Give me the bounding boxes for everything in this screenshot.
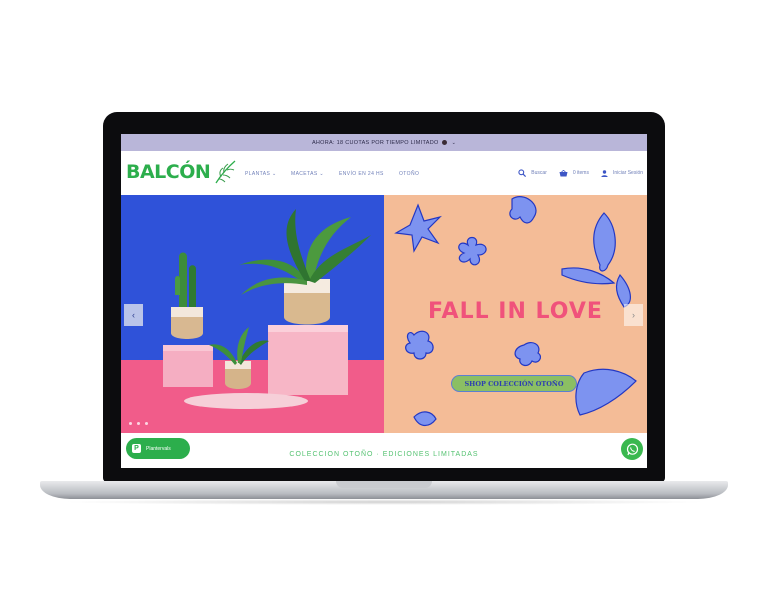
- plant-arrangement-illustration: [163, 209, 371, 409]
- hero-slider: ‹ FALL IN LOVE SHOP COLECCIÓN OTOÑO ›: [121, 195, 647, 433]
- user-icon: [601, 169, 608, 177]
- slider-dot[interactable]: [145, 422, 148, 425]
- plantervals-button[interactable]: P Plantervals: [126, 438, 190, 459]
- shop-collection-button[interactable]: SHOP COLECCIÓN OTOÑO: [451, 375, 577, 392]
- plantervals-icon: P: [132, 444, 141, 453]
- nav-plantas[interactable]: PLANTAS ⌄: [245, 171, 291, 177]
- chevron-down-icon[interactable]: ⌄: [452, 140, 457, 146]
- whatsapp-button[interactable]: [621, 438, 643, 460]
- header-tools: Buscar 0 items Iniciar Sesión: [506, 169, 643, 177]
- announcement-dot-icon: [441, 140, 447, 145]
- login-label: Iniciar Sesión: [612, 170, 643, 176]
- whatsapp-icon: [626, 443, 638, 455]
- search-icon: [518, 169, 527, 177]
- announcement-text: AHORA: 18 CUOTAS POR TIEMPO LIMITADO: [311, 139, 439, 146]
- basket-icon: [559, 169, 568, 176]
- slider-dot[interactable]: [129, 422, 132, 425]
- hero-banner: FALL IN LOVE SHOP COLECCIÓN OTOÑO ›: [384, 195, 647, 433]
- search-button[interactable]: Buscar: [518, 169, 547, 177]
- cart-label: 0 items: [572, 170, 589, 176]
- login-button[interactable]: Iniciar Sesión: [601, 169, 643, 177]
- leaf-logo-icon: [215, 160, 236, 184]
- site-logo[interactable]: BALCÓN: [126, 161, 211, 183]
- browser-screen: AHORA: 18 CUOTAS POR TIEMPO LIMITADO ⌄ B…: [121, 134, 647, 468]
- laptop-notch: [336, 481, 432, 488]
- collection-strip: COLECCION OTOÑO · EDICIONES LIMITADAS P …: [121, 433, 647, 468]
- site-header: BALCÓN PLANTAS ⌄ MACETAS ⌄ ENVÍO EN 24 H…: [121, 151, 647, 195]
- slider-next-arrow[interactable]: ›: [624, 304, 643, 326]
- main-nav: PLANTAS ⌄ MACETAS ⌄ ENVÍO EN 24 HS OTOÑO: [245, 171, 429, 177]
- plantervals-label: Plantervals: [146, 445, 171, 452]
- collection-heading: COLECCION OTOÑO · EDICIONES LIMITADAS: [289, 451, 479, 458]
- slider-dots: [129, 422, 148, 425]
- cart-button[interactable]: 0 items: [559, 169, 589, 177]
- search-label: Buscar: [531, 170, 547, 176]
- slider-prev-arrow[interactable]: ‹: [124, 304, 143, 326]
- announcement-bar[interactable]: AHORA: 18 CUOTAS POR TIEMPO LIMITADO ⌄: [121, 134, 647, 151]
- nav-otono[interactable]: OTOÑO: [399, 171, 429, 177]
- laptop-mockup: AHORA: 18 CUOTAS POR TIEMPO LIMITADO ⌄ B…: [0, 0, 768, 614]
- laptop-shadow: [60, 499, 708, 505]
- hero-headline: FALL IN LOVE: [428, 299, 603, 324]
- slider-dot[interactable]: [137, 422, 140, 425]
- nav-envio[interactable]: ENVÍO EN 24 HS: [339, 171, 399, 177]
- hero-plants-photo: ‹: [121, 195, 384, 433]
- nav-macetas[interactable]: MACETAS ⌄: [291, 171, 339, 177]
